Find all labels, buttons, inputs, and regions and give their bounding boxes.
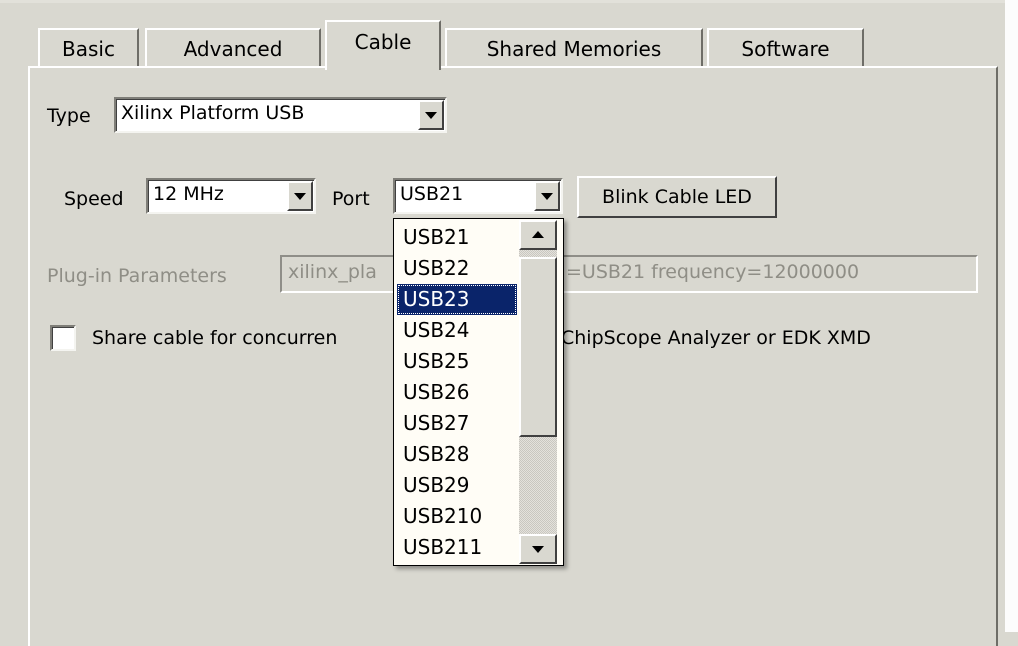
type-combobox[interactable]: Xilinx Platform USB	[114, 97, 447, 133]
chevron-down-icon	[541, 193, 553, 200]
window-top-edge	[0, 0, 1018, 3]
port-option-usb210[interactable]: USB210	[397, 501, 517, 532]
tab-cable[interactable]: Cable	[325, 20, 441, 70]
port-option-usb23[interactable]: USB23	[397, 284, 517, 315]
window-right-edge	[1005, 0, 1018, 632]
share-cable-checkbox[interactable]	[50, 325, 76, 351]
plugin-parameters-label: Plug-in Parameters	[47, 265, 227, 287]
type-label: Type	[47, 105, 91, 127]
port-label: Port	[332, 188, 370, 210]
port-option-usb27[interactable]: USB27	[397, 408, 517, 439]
dropdown-scrollbar-thumb[interactable]	[519, 257, 557, 437]
tab-advanced[interactable]: Advanced	[145, 28, 321, 68]
tab-software-label: Software	[741, 37, 830, 61]
tab-basic[interactable]: Basic	[38, 28, 139, 68]
share-cable-label-end: ChipScope Analyzer or EDK XMD	[561, 327, 871, 349]
port-combobox[interactable]: USB21	[393, 178, 563, 214]
plugin-parameters-value-start: xilinx_pla	[288, 261, 377, 283]
port-option-usb211[interactable]: USB211	[397, 532, 517, 563]
tab-software[interactable]: Software	[707, 28, 864, 68]
chevron-down-icon	[425, 112, 437, 119]
tab-shared-memories[interactable]: Shared Memories	[445, 28, 703, 68]
arrow-up-icon	[532, 231, 544, 238]
port-option-usb29[interactable]: USB29	[397, 470, 517, 501]
blink-cable-led-button[interactable]: Blink Cable LED	[577, 176, 777, 218]
chevron-down-icon	[294, 193, 306, 200]
scroll-up-button[interactable]	[519, 220, 557, 250]
plugin-parameters-field[interactable]: xilinx_pla =USB21 frequency=12000000	[280, 255, 978, 293]
arrow-down-icon	[532, 546, 544, 553]
type-combobox-button[interactable]	[418, 100, 444, 130]
scroll-down-button[interactable]	[519, 534, 557, 564]
speed-label: Speed	[64, 188, 124, 210]
tab-shared-memories-label: Shared Memories	[486, 37, 662, 61]
speed-combobox[interactable]: 12 MHz	[146, 178, 316, 214]
speed-combobox-value: 12 MHz	[153, 183, 224, 205]
plugin-parameters-value-end: =USB21 frequency=12000000	[566, 261, 860, 283]
share-cable-label-start: Share cable for concurren	[92, 327, 338, 349]
port-combobox-value: USB21	[400, 183, 464, 205]
port-option-usb26[interactable]: USB26	[397, 377, 517, 408]
tab-cable-label: Cable	[354, 30, 412, 54]
tab-advanced-label: Advanced	[183, 37, 283, 61]
port-option-usb22[interactable]: USB22	[397, 253, 517, 284]
port-option-usb25[interactable]: USB25	[397, 346, 517, 377]
port-option-usb21[interactable]: USB21	[397, 222, 517, 253]
port-option-usb28[interactable]: USB28	[397, 439, 517, 470]
tab-basic-label: Basic	[62, 37, 115, 61]
speed-combobox-button[interactable]	[287, 181, 313, 211]
port-dropdown-list[interactable]: USB21 USB22 USB23 USB24 USB25 USB26 USB2…	[393, 218, 564, 566]
port-combobox-button[interactable]	[534, 181, 560, 211]
blink-cable-led-label: Blink Cable LED	[602, 186, 752, 208]
port-option-usb24[interactable]: USB24	[397, 315, 517, 346]
type-combobox-value: Xilinx Platform USB	[121, 102, 305, 124]
